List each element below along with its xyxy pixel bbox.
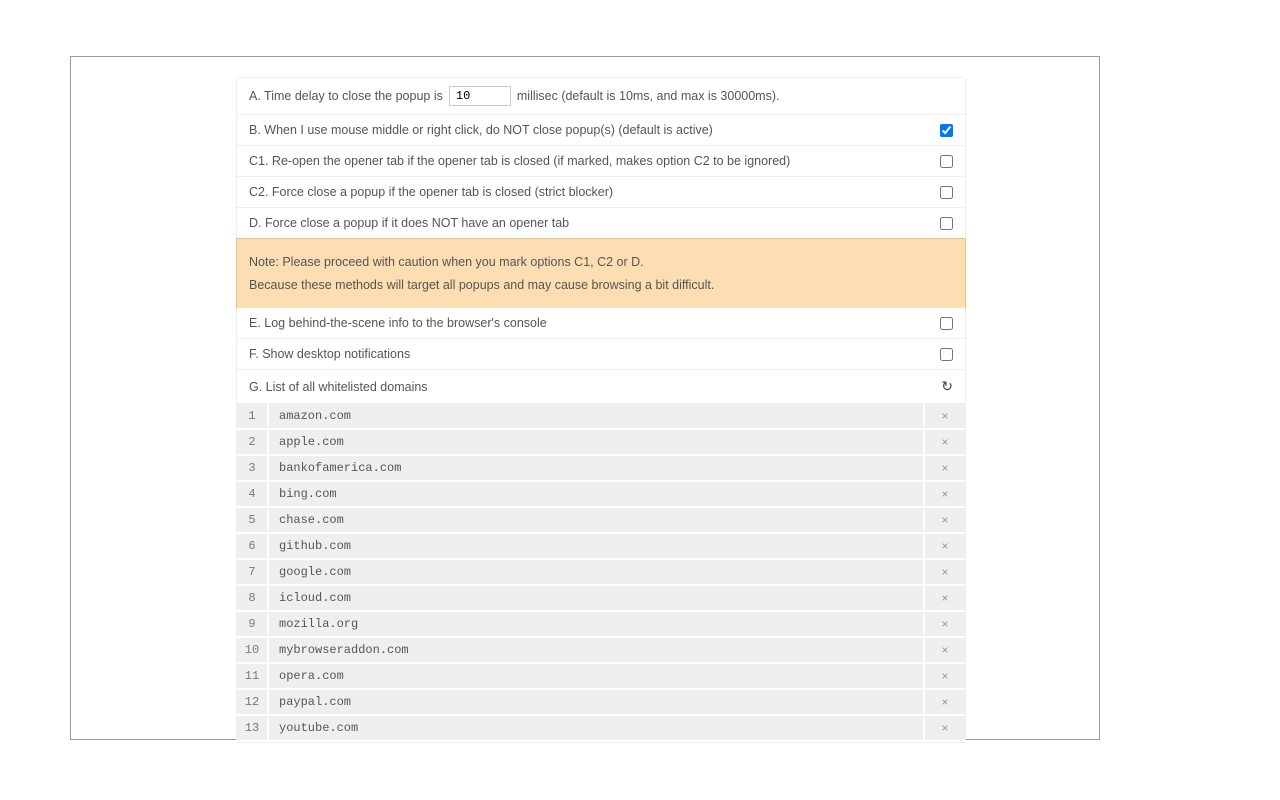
option-c2-row: C2. Force close a popup if the opener ta… xyxy=(237,177,965,208)
whitelist-row-number: 4 xyxy=(237,482,269,506)
delete-icon[interactable]: × xyxy=(923,664,965,688)
whitelist-row-number: 6 xyxy=(237,534,269,558)
option-a-row: A. Time delay to close the popup is mill… xyxy=(237,78,965,115)
whitelist-domain: opera.com xyxy=(269,664,923,688)
option-b-label: B. When I use mouse middle or right clic… xyxy=(249,123,940,137)
time-delay-input[interactable] xyxy=(449,86,511,106)
whitelist-row: 12paypal.com× xyxy=(237,690,965,716)
whitelist-domain: apple.com xyxy=(269,430,923,454)
option-g-label: G. List of all whitelisted domains xyxy=(249,380,941,394)
delete-icon[interactable]: × xyxy=(923,690,965,714)
option-f-row: F. Show desktop notifications xyxy=(237,339,965,370)
option-c1-row: C1. Re-open the opener tab if the opener… xyxy=(237,146,965,177)
whitelist-domain: mybrowseraddon.com xyxy=(269,638,923,662)
option-c2-label: C2. Force close a popup if the opener ta… xyxy=(249,185,940,199)
whitelist-domain: github.com xyxy=(269,534,923,558)
whitelist-domain: google.com xyxy=(269,560,923,584)
whitelist-domain: mozilla.org xyxy=(269,612,923,636)
option-a-prefix: A. Time delay to close the popup is xyxy=(249,89,443,103)
delete-icon[interactable]: × xyxy=(923,482,965,506)
whitelist-row-number: 1 xyxy=(237,404,269,428)
whitelist-row-number: 12 xyxy=(237,690,269,714)
option-c2-checkbox[interactable] xyxy=(940,186,953,199)
delete-icon[interactable]: × xyxy=(923,716,965,740)
option-f-label: F. Show desktop notifications xyxy=(249,347,940,361)
whitelist-domain: bing.com xyxy=(269,482,923,506)
whitelist-row: 7google.com× xyxy=(237,560,965,586)
whitelist-row: 4bing.com× xyxy=(237,482,965,508)
options-panel: A. Time delay to close the popup is mill… xyxy=(236,77,966,743)
option-e-label: E. Log behind-the-scene info to the brow… xyxy=(249,316,940,330)
whitelist-row-number: 5 xyxy=(237,508,269,532)
delete-icon[interactable]: × xyxy=(923,612,965,636)
option-d-row: D. Force close a popup if it does NOT ha… xyxy=(237,208,965,239)
whitelist-row-number: 7 xyxy=(237,560,269,584)
delete-icon[interactable]: × xyxy=(923,586,965,610)
refresh-icon[interactable]: ↻ xyxy=(941,378,953,395)
whitelist-row: 5chase.com× xyxy=(237,508,965,534)
delete-icon[interactable]: × xyxy=(923,560,965,584)
whitelist-row-number: 9 xyxy=(237,612,269,636)
whitelist-domain: youtube.com xyxy=(269,716,923,740)
option-g-row: G. List of all whitelisted domains ↻ xyxy=(237,370,965,404)
whitelist-row-number: 11 xyxy=(237,664,269,688)
whitelist-row-number: 3 xyxy=(237,456,269,480)
whitelist-row: 8icloud.com× xyxy=(237,586,965,612)
whitelist-row: 9mozilla.org× xyxy=(237,612,965,638)
whitelist-row-number: 10 xyxy=(237,638,269,662)
whitelist-domain: paypal.com xyxy=(269,690,923,714)
whitelist-row: 3bankofamerica.com× xyxy=(237,456,965,482)
delete-icon[interactable]: × xyxy=(923,430,965,454)
whitelist-row-number: 2 xyxy=(237,430,269,454)
whitelist-domain: amazon.com xyxy=(269,404,923,428)
option-c1-checkbox[interactable] xyxy=(940,155,953,168)
option-a-suffix: millisec (default is 10ms, and max is 30… xyxy=(517,89,780,103)
delete-icon[interactable]: × xyxy=(923,456,965,480)
option-b-row: B. When I use mouse middle or right clic… xyxy=(237,115,965,146)
whitelist-row-number: 13 xyxy=(237,716,269,740)
whitelist-table: 1amazon.com×2apple.com×3bankofamerica.co… xyxy=(237,404,965,742)
whitelist-row: 6github.com× xyxy=(237,534,965,560)
whitelist-domain: chase.com xyxy=(269,508,923,532)
option-e-checkbox[interactable] xyxy=(940,317,953,330)
delete-icon[interactable]: × xyxy=(923,508,965,532)
note-line-1: Note: Please proceed with caution when y… xyxy=(249,251,953,274)
caution-note: Note: Please proceed with caution when y… xyxy=(236,238,966,309)
option-c1-label: C1. Re-open the opener tab if the opener… xyxy=(249,154,940,168)
option-b-checkbox[interactable] xyxy=(940,124,953,137)
delete-icon[interactable]: × xyxy=(923,534,965,558)
option-d-checkbox[interactable] xyxy=(940,217,953,230)
option-f-checkbox[interactable] xyxy=(940,348,953,361)
delete-icon[interactable]: × xyxy=(923,404,965,428)
options-frame: A. Time delay to close the popup is mill… xyxy=(70,56,1100,740)
whitelist-domain: bankofamerica.com xyxy=(269,456,923,480)
option-d-label: D. Force close a popup if it does NOT ha… xyxy=(249,216,940,230)
note-line-2: Because these methods will target all po… xyxy=(249,274,953,297)
delete-icon[interactable]: × xyxy=(923,638,965,662)
whitelist-row: 11opera.com× xyxy=(237,664,965,690)
option-e-row: E. Log behind-the-scene info to the brow… xyxy=(237,308,965,339)
whitelist-row: 2apple.com× xyxy=(237,430,965,456)
whitelist-row: 1amazon.com× xyxy=(237,404,965,430)
whitelist-row: 13youtube.com× xyxy=(237,716,965,742)
whitelist-row: 10mybrowseraddon.com× xyxy=(237,638,965,664)
whitelist-row-number: 8 xyxy=(237,586,269,610)
whitelist-domain: icloud.com xyxy=(269,586,923,610)
